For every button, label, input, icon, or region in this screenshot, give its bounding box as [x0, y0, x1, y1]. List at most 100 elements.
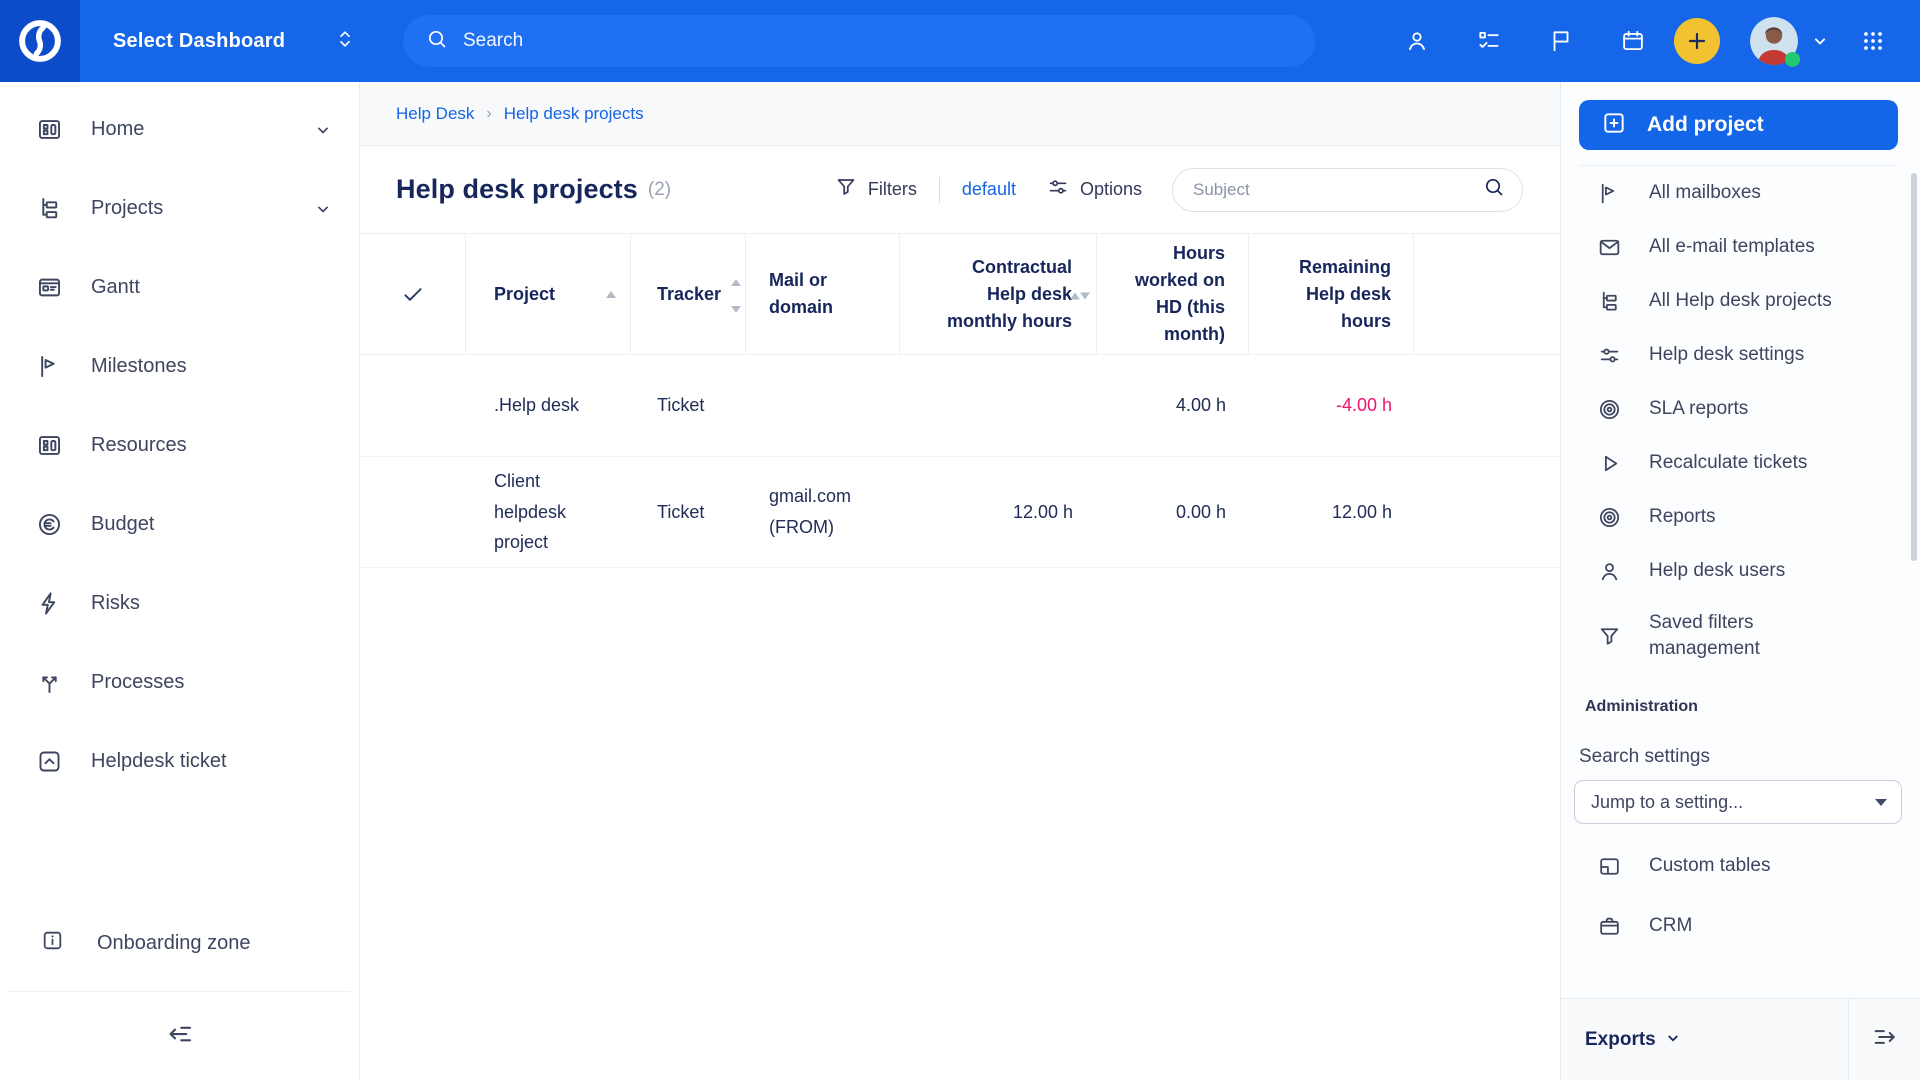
- sidebar-item-gantt[interactable]: Gantt: [0, 248, 359, 327]
- cell-project[interactable]: Client helpdesk project: [466, 457, 631, 567]
- column-header-tracker[interactable]: Tracker: [631, 234, 746, 354]
- checklist-icon[interactable]: [1476, 28, 1502, 54]
- sidebar-item-projects[interactable]: Projects: [0, 169, 359, 248]
- cell-select[interactable]: [360, 355, 466, 456]
- panel-footer: Exports: [1561, 998, 1920, 1080]
- app-logo[interactable]: [0, 0, 80, 82]
- sidebar-collapse-button[interactable]: [0, 992, 359, 1080]
- flag-icon: [1548, 28, 1574, 54]
- unfold-icon: [333, 27, 357, 56]
- global-search[interactable]: [403, 15, 1315, 67]
- sidebar-item-onboarding-zone[interactable]: Onboarding zone: [0, 913, 359, 973]
- column-header-remaining[interactable]: Remaining Help desk hours: [1249, 234, 1414, 354]
- cell-mail: gmail.com (FROM): [746, 457, 900, 567]
- panel-item-help-desk-users[interactable]: Help desk users: [1561, 544, 1920, 598]
- sidebar-item-milestones[interactable]: Milestones: [0, 327, 359, 406]
- help-desk-side-panel: Add project All mailboxesAll e-mail temp…: [1560, 82, 1920, 1080]
- apps-grid-icon: [1860, 28, 1886, 54]
- apps-grid-icon[interactable]: [1860, 28, 1886, 54]
- column-header-worked[interactable]: Hours worked on HD (this month): [1097, 234, 1249, 354]
- column-label: Remaining Help desk hours: [1277, 254, 1391, 335]
- active-filter-link[interactable]: default: [962, 179, 1016, 200]
- panel-item-recalculate-tickets[interactable]: Recalculate tickets: [1561, 436, 1920, 490]
- panel-item-custom-tables[interactable]: Custom tables: [1561, 836, 1920, 896]
- avatar-chevron-down-icon[interactable]: [1810, 31, 1830, 51]
- panel-item-all-help-desk-projects[interactable]: All Help desk projects: [1561, 274, 1920, 328]
- search-icon: [425, 27, 449, 56]
- column-header-spacer: [1414, 234, 1560, 354]
- sidebar-item-home[interactable]: Home: [0, 90, 359, 169]
- panel-item-reports[interactable]: Reports: [1561, 490, 1920, 544]
- sidebar: Home Projects GanttMilestonesResourcesBudg…: [0, 82, 360, 1080]
- cell-project[interactable]: .Help desk: [466, 355, 631, 456]
- search-icon: [425, 27, 449, 51]
- panel-collapse-button[interactable]: [1848, 999, 1920, 1080]
- profile-icon[interactable]: [1404, 28, 1430, 54]
- panel-item-help-desk-settings[interactable]: Help desk settings: [1561, 328, 1920, 382]
- subject-search-field[interactable]: [1172, 168, 1523, 212]
- helpdesk-icon: [36, 748, 63, 775]
- projects-table: ProjectTrackerMail or domain Contractual …: [360, 233, 1560, 568]
- column-header-contractual[interactable]: Contractual Help desk monthly hours: [900, 234, 1097, 354]
- chevron-down-icon: [1664, 1026, 1682, 1053]
- cell-contractual: 12.00 h: [900, 457, 1097, 567]
- panel-item-all-e-mail-templates[interactable]: All e-mail templates: [1561, 220, 1920, 274]
- sort-icon: [1070, 281, 1090, 308]
- sidebar-item-risks[interactable]: Risks: [0, 564, 359, 643]
- add-project-wrap: Add project: [1561, 82, 1920, 166]
- cell-value: 12.00 h: [1332, 497, 1392, 528]
- sidebar-item-resources[interactable]: Resources: [0, 406, 359, 485]
- cell-select[interactable]: [360, 457, 466, 567]
- chevron-down-icon: [1810, 31, 1830, 51]
- panel-item-sla-reports[interactable]: SLA reports: [1561, 382, 1920, 436]
- options-button[interactable]: Options: [1046, 175, 1142, 204]
- flag-icon[interactable]: [1548, 28, 1574, 54]
- risks-icon: [36, 590, 63, 617]
- cell-spacer: [1414, 355, 1560, 456]
- profile-icon: [1404, 28, 1430, 54]
- panel-item-saved-filters-management[interactable]: Saved filters management: [1561, 598, 1920, 674]
- milestone-icon: [36, 353, 63, 380]
- filters-button[interactable]: Filters: [834, 175, 917, 204]
- global-search-input[interactable]: [463, 30, 1293, 52]
- gantt-icon: [36, 274, 63, 301]
- cell-value: 4.00 h: [1176, 390, 1226, 421]
- cell-value: Ticket: [657, 390, 704, 421]
- dashboard-selector[interactable]: Select Dashboard: [113, 27, 357, 56]
- column-header-project[interactable]: Project: [466, 234, 631, 354]
- jump-to-setting-dropdown[interactable]: Jump to a setting...: [1574, 780, 1902, 824]
- calendar-icon[interactable]: [1620, 28, 1646, 54]
- sidebar-item-processes[interactable]: Processes: [0, 643, 359, 722]
- panel-scrollbar[interactable]: [1911, 173, 1917, 561]
- info-icon: [40, 928, 65, 953]
- panel-item-crm[interactable]: CRM: [1561, 896, 1920, 956]
- column-header-select[interactable]: [360, 234, 466, 354]
- sidebar-item-budget[interactable]: Budget: [0, 485, 359, 564]
- panel-item-label: Help desk settings: [1649, 342, 1804, 368]
- sidebar-item-helpdesk-ticket[interactable]: Helpdesk ticket: [0, 722, 359, 801]
- column-header-mail[interactable]: Mail or domain: [746, 234, 900, 354]
- table-row[interactable]: Client helpdesk projectTicketgmail.com (…: [360, 457, 1560, 568]
- sidebar-item-label: Projects: [91, 197, 163, 220]
- cell-worked: 0.00 h: [1097, 457, 1249, 567]
- cell-value: -4.00 h: [1336, 390, 1392, 421]
- column-label: Contractual Help desk monthly hours: [940, 254, 1072, 335]
- collapse-right-icon: [1871, 1023, 1899, 1051]
- panel-item-all-mailboxes[interactable]: All mailboxes: [1561, 166, 1920, 220]
- table-header-row: ProjectTrackerMail or domain Contractual …: [360, 233, 1560, 355]
- breadcrumb-link-help-desk-projects[interactable]: Help desk projects: [504, 104, 644, 124]
- cell-value: 12.00 h: [1013, 497, 1073, 528]
- subject-search-input[interactable]: [1193, 180, 1482, 200]
- breadcrumb-separator: ›: [486, 105, 491, 123]
- table-row[interactable]: .Help desk Ticket 4.00 h -4.00 h: [360, 355, 1560, 457]
- user-avatar[interactable]: [1750, 17, 1798, 65]
- panel-item-label: All Help desk projects: [1649, 288, 1832, 314]
- budget-icon: [36, 511, 63, 538]
- add-project-button[interactable]: Add project: [1579, 100, 1898, 150]
- quick-add-button[interactable]: [1674, 18, 1720, 64]
- cell-mail: [746, 355, 900, 456]
- search-icon: [1482, 175, 1506, 199]
- briefcase-icon: [1597, 914, 1622, 939]
- breadcrumb-link-help-desk[interactable]: Help Desk: [396, 104, 474, 124]
- exports-button[interactable]: Exports: [1561, 999, 1848, 1080]
